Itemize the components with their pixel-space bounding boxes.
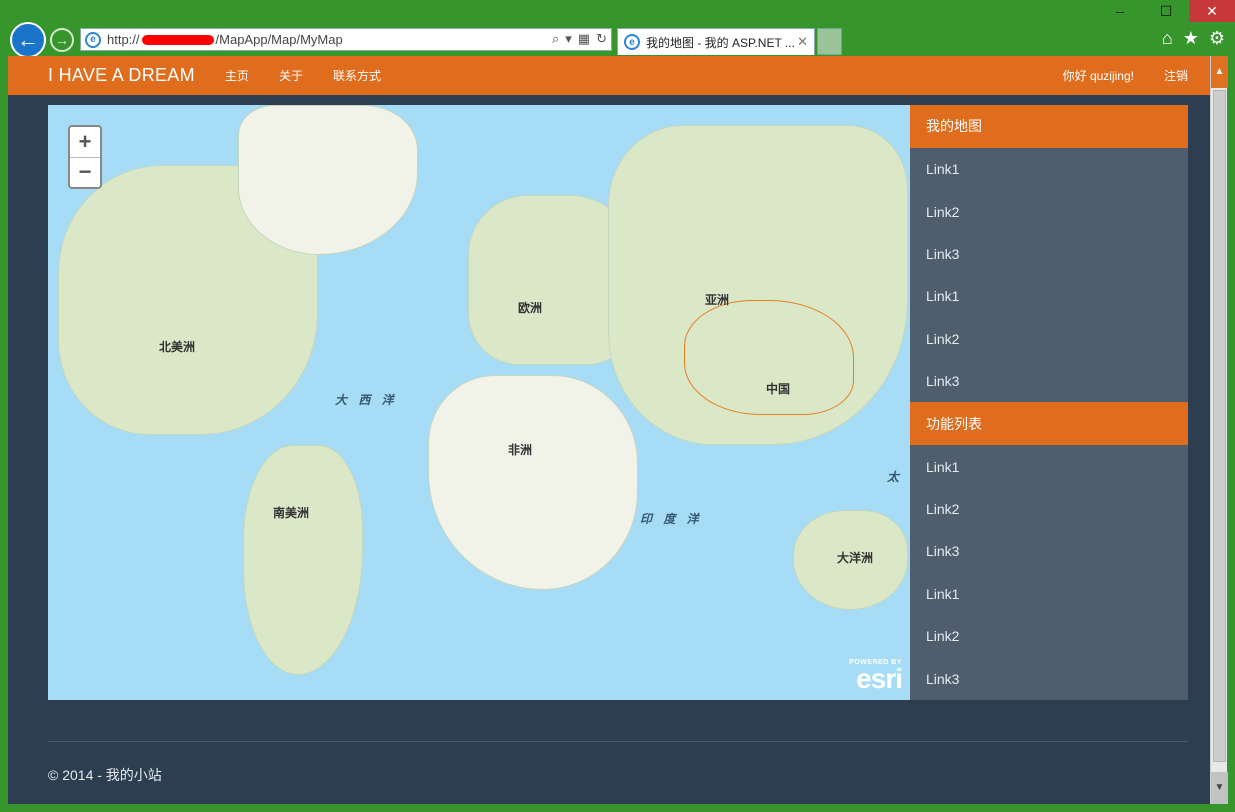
tab-title: 我的地图 - 我的 ASP.NET ... xyxy=(646,35,795,50)
sidebar-section-my-map[interactable]: 我的地图 xyxy=(910,105,1188,148)
browser-toolbar: ← → e http:// /MapApp/Map/MyMap ⌕ ▾ ▦ ↻ … xyxy=(0,20,1235,58)
window-controls: – ☐ ✕ xyxy=(1097,0,1235,22)
world-map[interactable]: 北美洲 南美洲 欧洲 亚洲 非洲 中国 大洋洲 大 西 洋 印 度 洋 太 + … xyxy=(48,105,910,700)
nav-link-contact[interactable]: 联系方式 xyxy=(333,67,381,84)
compat-view-icon[interactable]: ▦ xyxy=(578,31,590,47)
address-path: /MapApp/Map/MyMap xyxy=(215,32,343,47)
china-border xyxy=(684,300,854,415)
south-america-land xyxy=(243,445,363,675)
label-south-america: 南美洲 xyxy=(273,506,310,520)
zoom-control: + − xyxy=(68,125,102,189)
sidebar-item-link[interactable]: Link1 xyxy=(910,275,1188,317)
sidebar-item-link[interactable]: Link1 xyxy=(910,445,1188,487)
address-tools: ⌕ ▾ ▦ ↻ xyxy=(552,31,607,47)
page-viewport: I HAVE A DREAM 主页 关于 联系方式 你好 quzijing! 注… xyxy=(8,56,1210,804)
sidebar-item-link[interactable]: Link2 xyxy=(910,615,1188,657)
ie-icon: e xyxy=(85,31,101,48)
footer-divider xyxy=(48,741,1188,742)
sidebar-item-link[interactable]: Link2 xyxy=(910,488,1188,530)
forward-arrow-icon: → xyxy=(55,32,69,48)
footer-copyright: © 2014 - 我的小站 xyxy=(48,767,162,783)
sidebar-item-link[interactable]: Link2 xyxy=(910,318,1188,360)
nav-link-home[interactable]: 主页 xyxy=(225,67,249,84)
sidebar-item-link[interactable]: Link3 xyxy=(910,360,1188,402)
address-prefix: http:// xyxy=(107,32,140,47)
browser-right-tools: ⌂ ★ ⚙ xyxy=(1162,28,1225,49)
sidebar-item-link[interactable]: Link3 xyxy=(910,530,1188,572)
main-content: 北美洲 南美洲 欧洲 亚洲 非洲 中国 大洋洲 大 西 洋 印 度 洋 太 + … xyxy=(48,105,1188,700)
nav-link-about[interactable]: 关于 xyxy=(279,67,303,84)
vertical-scrollbar[interactable]: ▲ ▼ xyxy=(1210,56,1228,804)
zoom-in-button[interactable]: + xyxy=(70,127,100,157)
zoom-out-button[interactable]: − xyxy=(70,156,100,188)
label-north-america: 北美洲 xyxy=(159,340,196,354)
forward-button[interactable]: → xyxy=(50,28,74,52)
scroll-down-icon[interactable]: ▼ xyxy=(1211,772,1228,804)
home-icon[interactable]: ⌂ xyxy=(1162,28,1173,49)
back-button[interactable]: ← xyxy=(10,22,46,58)
sidebar: 我的地图 Link1 Link2 Link3 Link1 Link2 Link3… xyxy=(910,105,1188,700)
sidebar-item-link[interactable]: Link3 xyxy=(910,233,1188,275)
maximize-button[interactable]: ☐ xyxy=(1143,0,1189,22)
esri-attribution[interactable]: POWERED BY esri xyxy=(849,659,903,694)
site-navbar: I HAVE A DREAM 主页 关于 联系方式 你好 quzijing! 注… xyxy=(8,56,1210,95)
close-button[interactable]: ✕ xyxy=(1189,0,1235,22)
favorites-star-icon[interactable]: ★ xyxy=(1183,28,1199,49)
sidebar-item-link[interactable]: Link1 xyxy=(910,148,1188,190)
navbar-user-area: 你好 quzijing! 注销 xyxy=(1033,67,1188,84)
new-tab-button[interactable] xyxy=(817,28,842,55)
logout-link[interactable]: 注销 xyxy=(1164,67,1188,84)
tab-close-icon[interactable]: ✕ xyxy=(797,34,808,50)
redaction-mark xyxy=(141,34,214,45)
label-indian: 印 度 洋 xyxy=(640,512,703,526)
label-europe: 欧洲 xyxy=(518,301,543,315)
user-greeting-link[interactable]: 你好 quzijing! xyxy=(1063,67,1134,84)
minimize-button[interactable]: – xyxy=(1097,0,1143,22)
esri-logo: esri xyxy=(856,663,903,694)
settings-gear-icon[interactable]: ⚙ xyxy=(1209,28,1225,49)
greenland-land xyxy=(238,105,418,255)
scroll-thumb[interactable] xyxy=(1213,90,1226,762)
label-africa: 非洲 xyxy=(508,443,533,457)
label-atlantic: 大 西 洋 xyxy=(335,393,398,407)
sidebar-item-link[interactable]: Link2 xyxy=(910,190,1188,232)
label-oceania: 大洋洲 xyxy=(837,551,874,565)
scroll-up-icon[interactable]: ▲ xyxy=(1211,56,1228,88)
sidebar-item-link[interactable]: Link1 xyxy=(910,573,1188,615)
dropdown-icon[interactable]: ▾ xyxy=(565,31,572,47)
tab-ie-icon: e xyxy=(624,34,640,50)
label-asia: 亚洲 xyxy=(705,293,730,307)
label-pacific: 太 xyxy=(887,470,904,484)
address-bar[interactable]: e http:// /MapApp/Map/MyMap ⌕ ▾ ▦ ↻ xyxy=(80,28,612,51)
refresh-icon[interactable]: ↻ xyxy=(596,31,607,47)
site-brand[interactable]: I HAVE A DREAM xyxy=(48,65,195,86)
search-icon[interactable]: ⌕ xyxy=(552,31,559,47)
label-china: 中国 xyxy=(766,382,791,396)
sidebar-section-functions[interactable]: 功能列表 xyxy=(910,402,1188,446)
africa-land xyxy=(428,375,638,590)
sidebar-item-link[interactable]: Link3 xyxy=(910,657,1188,699)
browser-tab[interactable]: e 我的地图 - 我的 ASP.NET ... ✕ xyxy=(617,28,815,55)
back-arrow-icon: ← xyxy=(17,27,39,52)
